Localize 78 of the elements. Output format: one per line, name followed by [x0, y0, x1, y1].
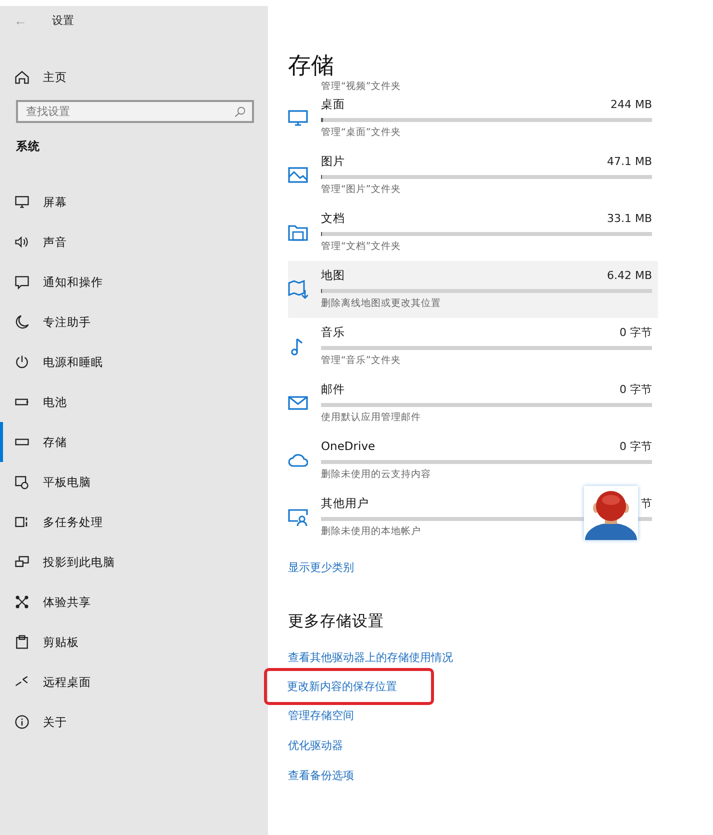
- category-caption: 删除未使用的本地帐户: [321, 525, 422, 538]
- storage-category[interactable]: 图片 47.1 MB 管理“图片”文件夹: [288, 147, 658, 204]
- settings-link[interactable]: 管理存储空间: [288, 708, 354, 723]
- sidebar-item[interactable]: 体验共享: [0, 582, 264, 622]
- section-heading: 更多存储设置: [288, 611, 385, 632]
- category-name: OneDrive: [321, 439, 376, 453]
- category-caption: 删除离线地图或更改其位置: [321, 297, 442, 310]
- sidebar-item[interactable]: 投影到此电脑: [0, 542, 264, 582]
- category-size: 0 字节: [620, 438, 652, 454]
- category-size: 244 MB: [610, 98, 652, 110]
- storage-category[interactable]: OneDrive 0 字节 删除未使用的云支持内容: [288, 432, 658, 489]
- sidebar-item[interactable]: 电池: [0, 382, 264, 422]
- show-less-link[interactable]: 显示更少类别: [288, 560, 354, 575]
- category-name: 图片: [321, 154, 345, 168]
- image-icon: [288, 165, 308, 185]
- sidebar-item[interactable]: 通知和操作: [0, 262, 264, 302]
- category-size: 0 字节: [620, 382, 652, 396]
- section-heading: 系统: [16, 139, 41, 154]
- page-title: 存储: [288, 52, 335, 81]
- settings-link[interactable]: 更改新内容的保存位置: [267, 671, 431, 702]
- category-name: 音乐: [321, 324, 345, 340]
- moon-icon: [14, 314, 30, 330]
- clipboard-icon: [14, 634, 30, 650]
- envelope-icon: [288, 393, 308, 413]
- category-size: 47.1 MB: [606, 154, 652, 168]
- speech-bubble-icon: [14, 274, 30, 290]
- screens-icon: [14, 554, 30, 570]
- sidebar-item[interactable]: 关于: [0, 702, 264, 742]
- screen-user-icon: [288, 507, 308, 527]
- sidebar-item[interactable]: 剪贴板: [0, 622, 264, 662]
- storage-category[interactable]: 其他用户 节 删除未使用的本地帐户: [288, 489, 658, 546]
- category-size: 节: [641, 496, 652, 510]
- sidebar-item[interactable]: 屏幕: [0, 182, 264, 222]
- speaker-icon: [14, 234, 30, 250]
- category-caption: 管理“桌面”文件夹: [321, 126, 402, 139]
- storage-category[interactable]: 桌面 244 MB 管理“桌面”文件夹: [288, 90, 658, 147]
- sidebar-item[interactable]: 存储: [0, 422, 264, 462]
- category-name: 邮件: [321, 382, 345, 396]
- storage-category[interactable]: 邮件 0 字节 使用默认应用管理邮件: [288, 375, 658, 432]
- info-icon: [14, 714, 30, 730]
- sidebar-item[interactable]: 平板电脑: [0, 462, 264, 502]
- home-nav-item[interactable]: 主页: [0, 62, 264, 92]
- category-caption: 使用默认应用管理邮件: [321, 411, 422, 424]
- category-name: 桌面: [321, 96, 345, 112]
- category-name: 文档: [321, 210, 345, 226]
- sidebar-item[interactable]: 电源和睡眠: [0, 342, 264, 382]
- settings-link[interactable]: 优化驱动器: [288, 738, 343, 753]
- settings-link[interactable]: 查看备份选项: [288, 768, 354, 783]
- storage-category[interactable]: 文档 33.1 MB 管理“文档”文件夹: [288, 204, 658, 261]
- search-field[interactable]: 查找设置: [16, 100, 254, 123]
- nodes-icon: [14, 594, 30, 610]
- category-name: 其他用户: [321, 496, 369, 510]
- tablet-icon: [14, 474, 30, 490]
- search-icon: [234, 106, 246, 118]
- home-icon: [14, 69, 30, 85]
- sidebar-item[interactable]: 多任务处理: [0, 502, 264, 542]
- storage-category[interactable]: 地图 6.42 MB 删除离线地图或更改其位置: [288, 261, 658, 318]
- window-icon: [14, 514, 30, 530]
- power-icon: [14, 354, 30, 370]
- window-title: 设置: [52, 12, 74, 28]
- folder-icon: [288, 222, 308, 242]
- sidebar-item[interactable]: 远程桌面: [0, 662, 264, 702]
- category-caption: 管理“文档”文件夹: [321, 240, 402, 253]
- category-caption: 删除未使用的云支持内容: [321, 468, 432, 481]
- category-size: 33.1 MB: [606, 212, 652, 224]
- category-size: 6.42 MB: [606, 268, 652, 282]
- sidebar-item[interactable]: 声音: [0, 222, 264, 262]
- monitor-icon: [14, 194, 30, 210]
- category-caption: 管理“图片”文件夹: [321, 183, 402, 196]
- monitor-icon: [288, 108, 308, 128]
- category-caption: 管理“视频”文件夹: [321, 81, 401, 92]
- settings-link[interactable]: 查看其他驱动器上的存储使用情况: [288, 650, 453, 665]
- storage-category[interactable]: 音乐 0 字节 管理“音乐”文件夹: [288, 318, 658, 375]
- map-download-icon: [288, 279, 308, 299]
- category-name: 地图: [321, 268, 345, 282]
- sidebar-item[interactable]: 专注助手: [0, 302, 264, 342]
- category-caption: 管理“音乐”文件夹: [321, 354, 402, 367]
- category-size: 0 字节: [620, 324, 652, 340]
